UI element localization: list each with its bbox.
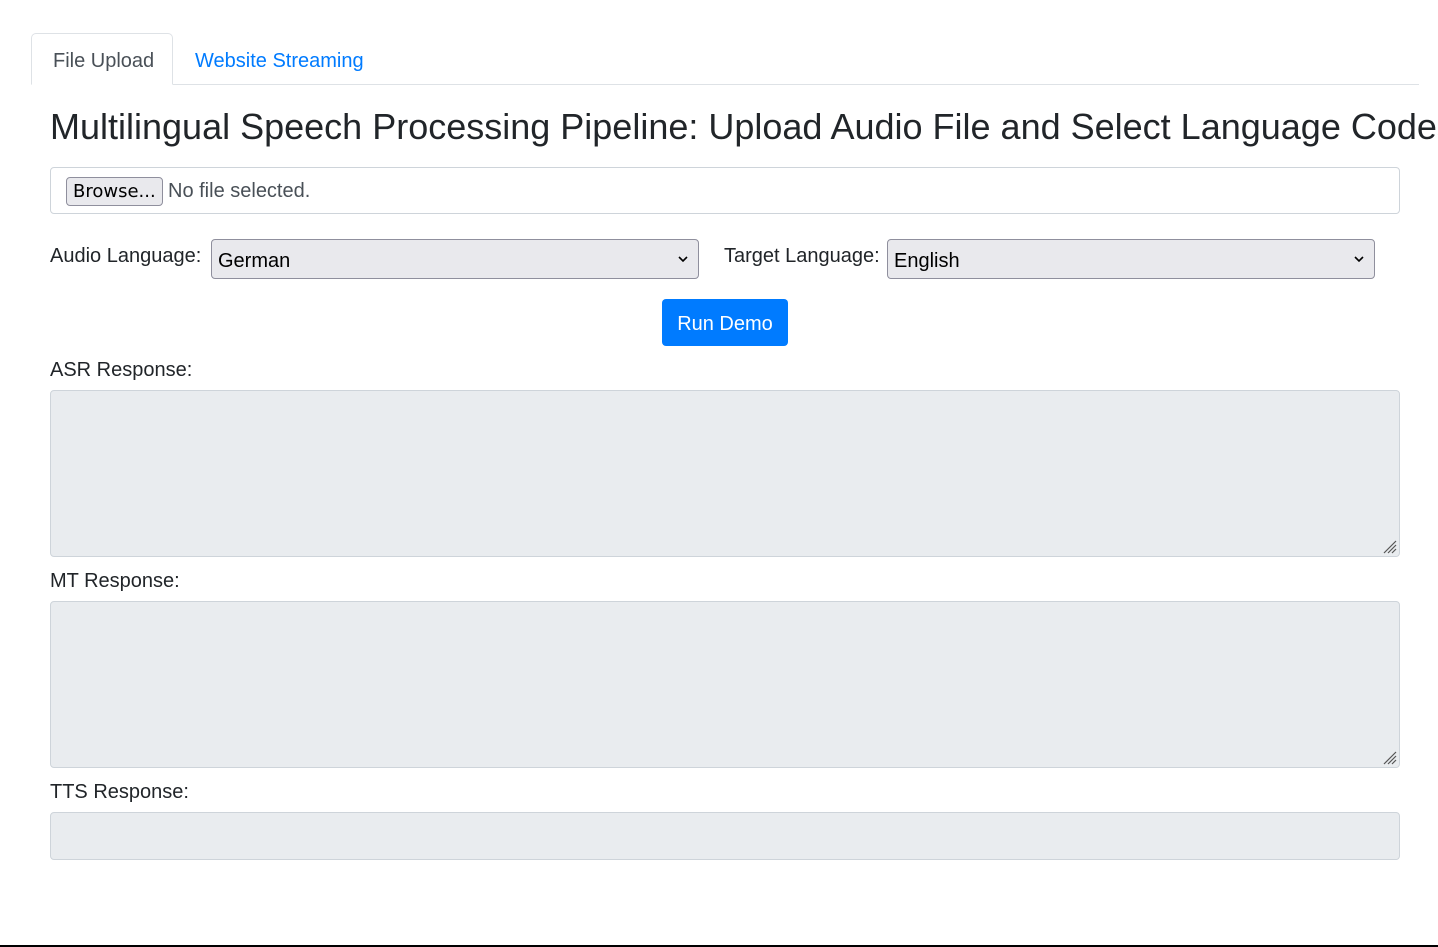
file-input[interactable]: Browse... No file selected. — [50, 167, 1400, 214]
target-language-value: English — [894, 250, 960, 272]
page: File Upload Website Streaming Multilingu… — [0, 0, 1438, 947]
resize-grip-icon[interactable] — [1381, 538, 1397, 554]
chevron-down-icon — [678, 256, 688, 263]
browse-button[interactable]: Browse... — [66, 177, 163, 206]
tab-bar: File Upload Website Streaming — [31, 33, 1419, 85]
file-status-text: No file selected. — [168, 180, 311, 202]
chevron-down-icon — [1354, 256, 1364, 263]
target-language-select[interactable]: English — [887, 239, 1375, 279]
audio-language-value: German — [218, 250, 291, 272]
asr-response-textarea[interactable] — [50, 390, 1400, 557]
mt-response-label: MT Response: — [50, 570, 180, 592]
audio-language-select[interactable]: German — [211, 239, 699, 279]
tab-website-streaming[interactable]: Website Streaming — [173, 33, 386, 85]
tts-response-label: TTS Response: — [50, 781, 189, 803]
tts-response-field[interactable] — [50, 812, 1400, 860]
audio-language-label: Audio Language: — [50, 245, 202, 267]
resize-grip-icon[interactable] — [1381, 749, 1397, 765]
target-language-label: Target Language: — [724, 245, 880, 267]
run-demo-button[interactable]: Run Demo — [662, 299, 788, 346]
mt-response-textarea[interactable] — [50, 601, 1400, 768]
asr-response-label: ASR Response: — [50, 359, 193, 381]
tab-file-upload[interactable]: File Upload — [31, 33, 173, 85]
page-title: Multilingual Speech Processing Pipeline:… — [50, 106, 1438, 147]
